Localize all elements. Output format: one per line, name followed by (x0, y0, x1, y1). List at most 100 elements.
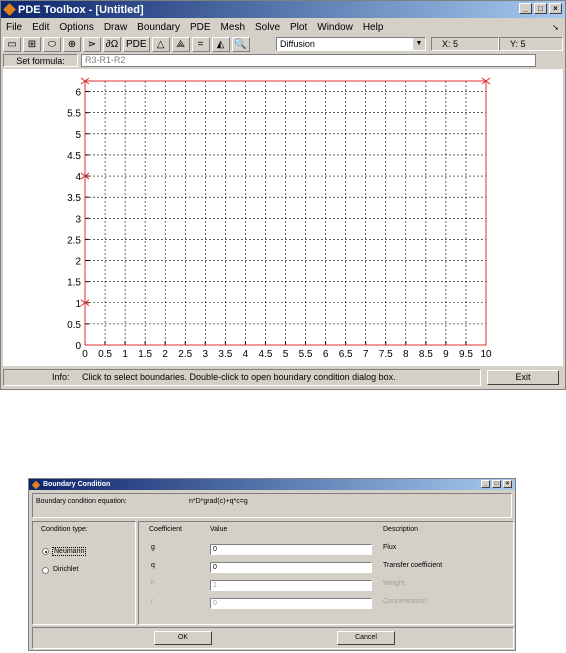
dialog-maximize-button[interactable]: □ (492, 480, 501, 488)
y-tick-label: 5.5 (67, 109, 81, 120)
menu-pde[interactable]: PDE (185, 22, 216, 33)
draw-ellipse-icon[interactable]: ⬭ (43, 36, 61, 52)
info-panel: Info: Click to select boundaries. Double… (3, 369, 481, 386)
x-tick-label: 1 (122, 349, 128, 360)
x-tick-label: 5.5 (299, 349, 313, 360)
y-tick-label: 2.5 (67, 235, 81, 246)
x-tick-label: 7.5 (379, 349, 393, 360)
y-tick-label: 3 (75, 214, 81, 225)
menu-options[interactable]: Options (54, 22, 98, 33)
matlab-logo-icon (3, 3, 16, 16)
coef-g-label: g (151, 544, 155, 551)
draw-centered-ellipse-icon[interactable]: ⊕ (63, 36, 81, 52)
coef-r-label: r (151, 598, 154, 605)
y-tick-label: 5 (75, 130, 81, 141)
menu-plot[interactable]: Plot (285, 22, 312, 33)
condition-type-panel: Condition type: Neumann Dirichlet (32, 521, 136, 625)
x-tick-label: 0.5 (98, 349, 112, 360)
set-formula-label: Set formula: (3, 54, 78, 67)
condition-type-label: Condition type: (41, 526, 88, 533)
close-button[interactable]: × (549, 3, 562, 14)
y-tick-label: 3.5 (67, 193, 81, 204)
zoom-icon[interactable]: 🔍 (231, 36, 250, 52)
draw-centered-rectangle-icon[interactable]: ⊞ (23, 36, 41, 52)
pde-toolbox-window: PDE Toolbox - [Untitled] _ □ × File Edit… (0, 0, 566, 390)
neumann-radio[interactable] (42, 548, 49, 555)
window-title: PDE Toolbox - [Untitled] (18, 3, 144, 16)
y-tick-label: 1 (75, 299, 81, 310)
boundary-mode-icon[interactable]: ∂Ω (103, 36, 121, 52)
title-bar: PDE Toolbox - [Untitled] _ □ × (1, 1, 565, 18)
y-tick-label: 1.5 (67, 278, 81, 289)
y-coordinate-readout: Y: 5 (499, 37, 563, 51)
menu-mesh[interactable]: Mesh (216, 22, 250, 33)
exit-button[interactable]: Exit (487, 370, 559, 385)
cancel-button[interactable]: Cancel (337, 631, 395, 645)
status-bar: Info: Click to select boundaries. Double… (1, 367, 565, 389)
dialog-title-bar: Boundary Condition _ □ × (29, 479, 515, 490)
info-label: Info: (52, 372, 70, 382)
y-tick-label: 2 (75, 257, 81, 268)
coef-h-label: h (151, 580, 155, 587)
coefficient-header: Coefficient (149, 526, 182, 533)
dialog-close-button[interactable]: × (503, 480, 512, 488)
x-tick-label: 2 (162, 349, 168, 360)
coef-q-description: Transfer coefficient (383, 562, 443, 569)
x-tick-label: 9 (443, 349, 449, 360)
dirichlet-label[interactable]: Dirichlet (53, 566, 78, 573)
menu-bar: File Edit Options Draw Boundary PDE Mesh… (1, 19, 565, 35)
x-tick-label: 3 (203, 349, 209, 360)
menu-solve[interactable]: Solve (250, 22, 285, 33)
dirichlet-radio[interactable] (42, 567, 49, 574)
pde-specification-button[interactable]: PDE (123, 36, 150, 52)
y-tick-label: 6 (75, 88, 81, 99)
application-mode-value: Diffusion (280, 39, 315, 49)
geometry-axes[interactable]: 0 0.5 1 1.5 2 2.5 3 3.5 4 4.5 5 5.5 6 6.5 7 7.5 8 8.5 9 9.5… (3, 69, 563, 366)
menu-window[interactable]: Window (312, 22, 358, 33)
menu-boundary[interactable]: Boundary (132, 22, 185, 33)
maximize-button[interactable]: □ (534, 3, 547, 14)
application-mode-dropdown[interactable]: Diffusion ▼ (276, 37, 426, 51)
menu-help[interactable]: Help (358, 22, 389, 33)
x-tick-label: 8.5 (419, 349, 433, 360)
y-tick-label: 0.5 (67, 320, 81, 331)
refine-mesh-icon[interactable]: ⟁ (171, 36, 190, 52)
x-tick-label: 6 (323, 349, 329, 360)
chevron-down-icon: ▼ (413, 38, 425, 50)
equation-text: n*D*grad(c)+q*c=g (189, 498, 248, 505)
menu-draw[interactable]: Draw (99, 22, 132, 33)
menu-file[interactable]: File (1, 22, 27, 33)
x-tick-label: 10 (480, 349, 492, 360)
x-tick-label: 4 (243, 349, 249, 360)
draw-rectangle-icon[interactable]: ▭ (3, 36, 21, 52)
plot-solution-icon[interactable]: ◭ (211, 36, 230, 52)
x-tick-label: 4.5 (258, 349, 272, 360)
coef-r-description: Concentration (383, 598, 427, 605)
neumann-label[interactable]: Neumann (52, 547, 87, 556)
coef-g-input[interactable]: 0 (210, 544, 372, 555)
boundary-condition-dialog: Boundary Condition _ □ × Boundary condit… (28, 478, 516, 651)
set-formula-input[interactable]: R3-R1-R2 (81, 54, 536, 67)
dialog-minimize-button[interactable]: _ (481, 480, 490, 488)
y-tick-label: 4 (75, 172, 81, 183)
init-mesh-icon[interactable]: △ (151, 36, 170, 52)
coef-q-label: q (151, 562, 155, 569)
y-tick-label: 4.5 (67, 151, 81, 162)
menu-arrow-icon: ➘ (552, 22, 559, 32)
matlab-logo-icon (31, 480, 41, 489)
dialog-title: Boundary Condition (43, 481, 111, 488)
menu-edit[interactable]: Edit (27, 22, 54, 33)
value-header: Value (210, 526, 228, 533)
minimize-button[interactable]: _ (519, 3, 532, 14)
x-tick-label: 1.5 (138, 349, 152, 360)
draw-polygon-icon[interactable]: ⋗ (83, 36, 101, 52)
plot-area[interactable]: 0 0.5 1 1.5 2 2.5 3 3.5 4 4.5 5 5.5 6 6.5 7 7.5 8 8.5 9 9.5… (3, 69, 563, 366)
y-tick-label: 0 (75, 341, 81, 352)
equation-panel: Boundary condition equation: n*D*grad(c)… (32, 493, 512, 518)
info-text: Click to select boundaries. Double-click… (82, 372, 396, 382)
ok-button[interactable]: OK (154, 631, 212, 645)
coef-h-description: Weight (383, 580, 405, 587)
x-tick-label: 9.5 (459, 349, 473, 360)
coef-q-input[interactable]: 0 (210, 562, 372, 573)
solve-pde-button[interactable]: = (191, 36, 210, 52)
